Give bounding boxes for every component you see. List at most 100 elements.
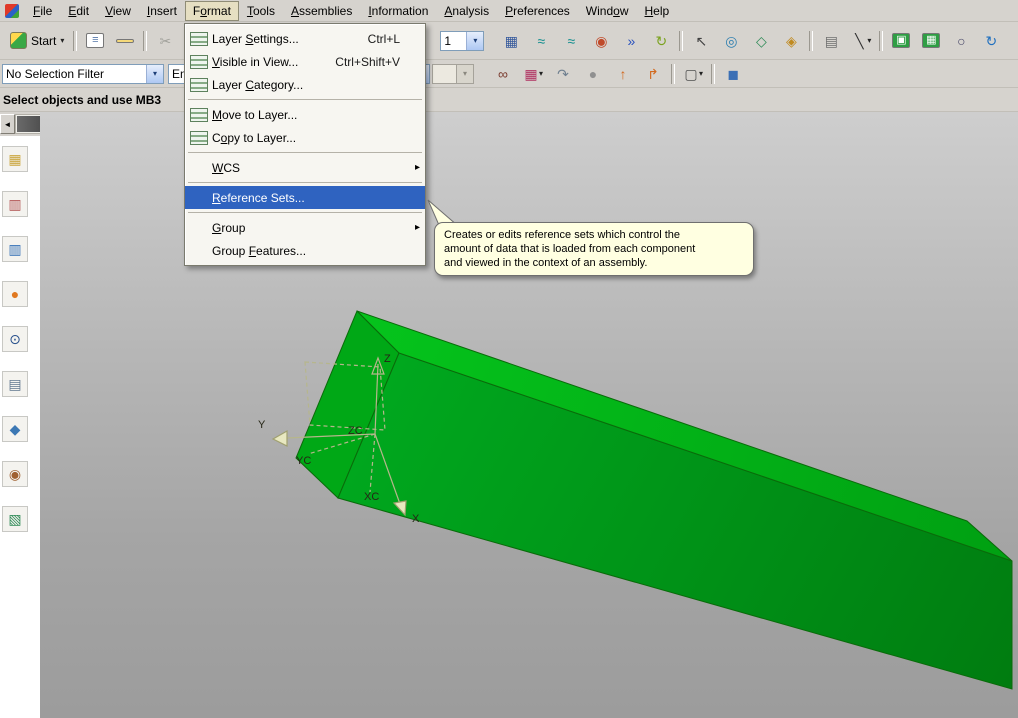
roles-icon[interactable]: ◉ ▾ <box>2 461 28 487</box>
green-swoosh-button[interactable]: ↻ ▾ <box>647 29 675 53</box>
menu-item-label: Layer Settings... <box>212 31 299 46</box>
menubar-item-label: Preferences <box>505 3 570 18</box>
menubar-information[interactable]: Information <box>360 1 436 21</box>
part-navigator-icon[interactable]: ▥ ▾ <box>2 236 28 262</box>
open-part-button[interactable]: ▾ <box>111 29 139 53</box>
toolbar-button-icon: ▦ <box>504 32 518 49</box>
menubar-file[interactable]: File <box>25 1 60 21</box>
toolbar-button-icon: ◆ <box>9 421 21 437</box>
diamond-tool-button[interactable]: ◇ ▾ <box>747 29 775 53</box>
spreadsheet-button[interactable]: ▦ ▾ <box>497 29 525 53</box>
circle-tool-button[interactable]: ◎ ▾ <box>717 29 745 53</box>
menubar-analysis[interactable]: Analysis <box>436 1 497 21</box>
information-palette-icon[interactable]: ▤ ▾ <box>2 371 28 397</box>
menu-item-icon <box>190 107 208 122</box>
start-button[interactable]: Start ▾ <box>4 29 70 52</box>
menubar-window[interactable]: Window <box>578 1 637 21</box>
menubar-item-label: Window <box>585 3 629 18</box>
toolbar-button-icon: ↱ <box>647 65 659 82</box>
toolbar-button-icon <box>116 38 135 43</box>
menubar-item-label: Insert <box>146 3 177 18</box>
menubar-view[interactable]: View <box>97 1 139 21</box>
menubar-help[interactable]: Help <box>637 1 678 21</box>
arrow-corner-button[interactable]: ↱ ▾ <box>639 62 667 86</box>
separator <box>188 182 422 183</box>
menu-item-copy-to-layer[interactable]: Copy to Layer... ▸ <box>185 126 425 149</box>
gold-tool-button[interactable]: ◈ ▾ <box>777 29 805 53</box>
constraint-navigator-icon[interactable]: ▥ ▾ <box>2 191 28 217</box>
zoom-window-button[interactable]: ▦ ▾ <box>917 29 945 53</box>
cut-button[interactable]: ✂ ▾ <box>151 29 179 53</box>
toolbar-button-icon: ⊙ <box>9 331 21 347</box>
start-button-label: Start <box>31 33 57 48</box>
selection-filter-combo[interactable]: No Selection Filter ▾ <box>2 63 164 84</box>
separator <box>188 212 422 213</box>
arrow-up-button[interactable]: ↑ ▾ <box>609 62 637 86</box>
surface-tool-button[interactable]: ≈ ▾ <box>557 29 585 53</box>
toolbar-button-icon: ◎ <box>725 32 738 49</box>
ruler-button[interactable]: ▤ ▾ <box>817 29 845 53</box>
shaded-sphere-button[interactable]: ● ▾ <box>579 62 607 86</box>
wcs-label-y: Y <box>258 419 266 431</box>
menubar-item-label: Assemblies <box>290 3 353 18</box>
rotate-view-button[interactable]: ↻ ▾ <box>977 29 1005 53</box>
menu-item-visible-in-view[interactable]: Visible in View... Ctrl+Shift+V ▸ <box>185 50 425 73</box>
fit-view-button[interactable]: ▣ ▾ <box>887 29 915 53</box>
menubar-format[interactable]: Format <box>184 0 239 21</box>
work-layer-combo[interactable]: 1 ▾ <box>440 30 485 51</box>
separator <box>188 99 422 100</box>
menu-item-reference-sets[interactable]: Reference Sets... ▸ <box>185 186 425 209</box>
menu-item-wcs[interactable]: WCS ▸ <box>185 156 425 179</box>
history-icon[interactable]: ⊙ ▾ <box>2 326 28 352</box>
menu-item-group[interactable]: Group ▸ <box>185 216 425 239</box>
new-part-button[interactable]: ≡ ▾ <box>81 29 109 53</box>
color-filter-button[interactable]: ▦ ▾ <box>519 62 547 86</box>
separator <box>73 30 78 51</box>
menu-item-group-features[interactable]: Group Features... ▸ <box>185 239 425 262</box>
menu-item-move-to-layer[interactable]: Move to Layer... ▸ <box>185 103 425 126</box>
menu-item-label: Reference Sets... <box>212 190 305 205</box>
wcs-label-yc: YC <box>296 455 311 467</box>
menu-item-shortcut: Ctrl+Shift+V <box>335 54 400 69</box>
sketch-tool-button[interactable]: ≈ ▾ <box>527 29 555 53</box>
submenu-arrow-icon: ▸ <box>414 222 420 233</box>
toolbar-button-icon: ◇ <box>755 32 767 49</box>
binoculars-button[interactable]: ∞ ▾ <box>489 62 517 86</box>
format-menu-dropdown: Layer Settings... Ctrl+L ▸ Visible in Vi… <box>184 23 426 266</box>
zoom-button[interactable]: ○ ▾ <box>947 29 975 53</box>
toolbar-button-icon: ↑ <box>619 65 627 82</box>
line-width-button[interactable]: ╲ ▾ <box>847 29 875 53</box>
select-rect-button[interactable]: ▢ ▾ <box>679 62 707 86</box>
menubar-assemblies[interactable]: Assemblies <box>283 1 360 21</box>
combo-arrow-button[interactable]: ▾ <box>466 31 484 50</box>
curved-arrow-button[interactable]: ↷ ▾ <box>549 62 577 86</box>
cue-text: Select objects and use MB3 <box>3 93 162 107</box>
dropdown-caret-icon: ▾ <box>867 36 872 45</box>
menu-item-layer-category[interactable]: Layer Category... ▸ <box>185 73 425 96</box>
reuse-library-icon[interactable]: ● ▾ <box>2 281 28 307</box>
menubar-insert[interactable]: Insert <box>139 1 185 21</box>
menubar-edit[interactable]: Edit <box>60 1 97 21</box>
menubar-tools[interactable]: Tools <box>239 1 283 21</box>
shaded-ball-button[interactable]: ◉ ▾ <box>587 29 615 53</box>
scroll-left-button[interactable]: ◄ <box>0 114 15 134</box>
toolbar-group-file: ≡ ▾ ▾ ✂ ▾ <box>80 29 180 53</box>
assembly-navigator-icon[interactable]: ▦ ▾ <box>2 146 28 172</box>
toolbar-button-icon: ▥ <box>8 196 22 212</box>
combo-arrow-button: ▾ <box>456 64 473 83</box>
blue-arrows-button[interactable]: » ▾ <box>617 29 645 53</box>
combo-arrow-button[interactable]: ▾ <box>146 64 163 83</box>
scene-palette-icon[interactable]: ▧ ▾ <box>2 506 28 532</box>
toolbar-button-icon: ▤ <box>8 376 22 392</box>
solid-block[interactable] <box>295 310 1013 690</box>
selection-filter-value: No Selection Filter <box>6 66 105 81</box>
toolbar-button-icon: ╲ <box>855 32 864 49</box>
cursor-button[interactable]: ↖ ▾ <box>687 29 715 53</box>
menu-item-layer-settings[interactable]: Layer Settings... Ctrl+L ▸ <box>185 27 425 50</box>
dropdown-caret-icon: ▾ <box>698 69 703 78</box>
menubar-preferences[interactable]: Preferences <box>497 1 578 21</box>
wcs-y-cone <box>271 429 288 447</box>
tools-palette-icon[interactable]: ◆ ▾ <box>2 416 28 442</box>
shaded-cube-button[interactable]: ◼ ▾ <box>719 62 747 86</box>
menubar-item-label: File <box>33 3 53 18</box>
